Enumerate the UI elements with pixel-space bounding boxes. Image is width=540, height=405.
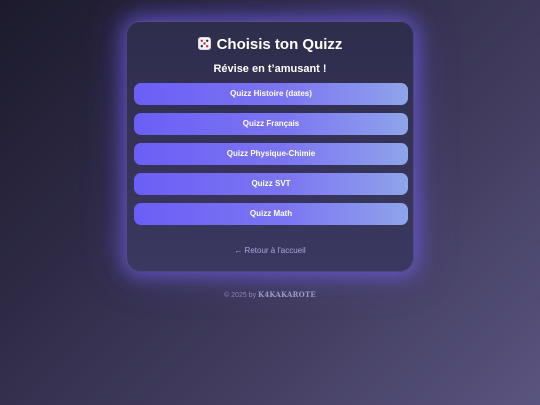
quiz-list: Quizz Histoire (dates) Quizz Français Qu…: [134, 83, 408, 233]
page-title: Choisis ton Quizz: [127, 35, 413, 55]
quiz-histoire-button[interactable]: Quizz Histoire (dates): [134, 83, 408, 105]
footer-author: K4KAKAROTE: [258, 290, 316, 299]
quiz-physique-chimie-button[interactable]: Quizz Physique-Chimie: [134, 143, 408, 165]
quiz-selection-card: Choisis ton Quizz Révise en t’amusant ! …: [126, 21, 414, 272]
quiz-francais-button[interactable]: Quizz Français: [134, 113, 408, 135]
page-title-text: Choisis ton Quizz: [217, 36, 343, 53]
footer: © 2025 by K4KAKAROTE: [0, 290, 540, 301]
footer-copyright: © 2025 by: [224, 292, 256, 299]
quiz-math-button[interactable]: Quizz Math: [134, 203, 408, 225]
back-to-home-link[interactable]: ← Retour à l'accueil: [127, 246, 413, 256]
quiz-svt-button[interactable]: Quizz SVT: [134, 173, 408, 195]
dice-icon: [198, 36, 211, 49]
page-subtitle: Révise en t’amusant !: [127, 62, 413, 76]
